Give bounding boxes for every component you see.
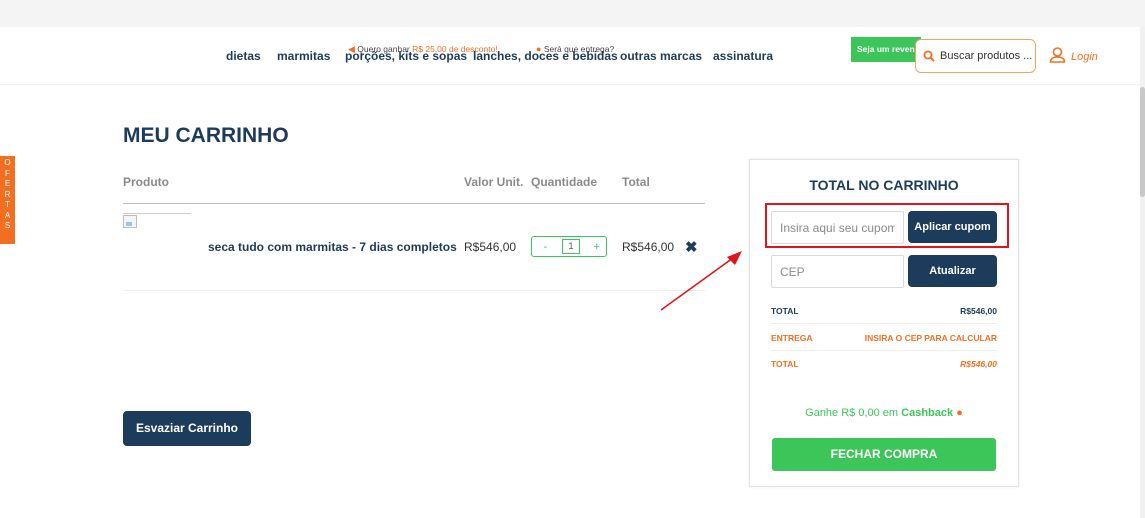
update-cep-button[interactable]: Atualizar: [908, 255, 997, 287]
user-icon: [1049, 47, 1066, 66]
top-strip: [0, 0, 1145, 27]
cashback-word: Cashback: [901, 407, 954, 419]
summary-title: TOTAL NO CARRINHO: [809, 177, 959, 193]
nav-item-dietas[interactable]: dietas: [226, 49, 261, 63]
discount-promo-link[interactable]: ◀ Quero ganhar R$ 25,00 de desconto!: [348, 44, 498, 55]
unit-price: R$546,00: [464, 240, 517, 254]
cashback-prefix: Ganhe R$ 0,00 em: [805, 407, 899, 419]
reseller-button[interactable]: Seja um revendedor: [851, 37, 921, 62]
column-header-unit-price: Valor Unit.: [464, 175, 524, 189]
shipping-value: INSIRA O CEP PARA CALCULAR: [864, 333, 997, 343]
nav-item-marmitas[interactable]: marmitas: [277, 49, 330, 63]
search-box[interactable]: [915, 39, 1036, 73]
annotation-highlight-box: [765, 203, 1009, 248]
nav-item-assinatura[interactable]: assinatura: [713, 49, 773, 63]
column-header-quantity: Quantidade: [531, 175, 598, 189]
qty-value[interactable]: 1: [561, 239, 581, 254]
offers-side-tab[interactable]: OFERTAS: [0, 156, 15, 244]
subtotal-value: R$546,00: [960, 306, 997, 316]
delivery-check-link[interactable]: ● Será que entrega?: [536, 44, 614, 54]
money-bag-icon: ●: [956, 407, 963, 419]
login-link[interactable]: Login: [1049, 47, 1098, 66]
total-value: R$546,00: [960, 359, 997, 369]
annotation-arrow: [660, 251, 742, 311]
column-header-product: Produto: [123, 175, 169, 189]
cep-input[interactable]: [772, 256, 903, 287]
location-pin-icon: ●: [536, 44, 542, 54]
cart-summary-panel: TOTAL NO CARRINHO Aplicar cupom Atualiza…: [749, 159, 1019, 487]
quantity-stepper[interactable]: - 1 +: [531, 236, 607, 257]
scrollbar-thumb[interactable]: [1140, 87, 1145, 197]
search-icon[interactable]: [923, 49, 935, 67]
subtotal-label: TOTAL: [771, 306, 799, 316]
column-header-total: Total: [622, 175, 650, 189]
broken-image-icon: [123, 215, 137, 228]
header-divider: [123, 203, 705, 204]
shipping-label: ENTREGA: [771, 333, 813, 343]
qty-decrease-button[interactable]: -: [536, 241, 555, 253]
login-label: Login: [1071, 50, 1098, 63]
page-scrollbar[interactable]: [1140, 27, 1145, 518]
search-input[interactable]: [940, 48, 1032, 64]
empty-cart-button[interactable]: Esvaziar Carrinho: [123, 411, 251, 446]
total-label: TOTAL: [771, 359, 799, 369]
checkout-button[interactable]: FECHAR COMPRA: [772, 438, 996, 471]
product-image[interactable]: [123, 213, 191, 267]
nav-item-outras-marcas[interactable]: outras marcas: [620, 49, 702, 63]
page-title: MEU CARRINHO: [123, 124, 289, 147]
product-name[interactable]: seca tudo com marmitas - 7 dias completo…: [208, 240, 457, 254]
qty-increase-button[interactable]: +: [587, 241, 606, 253]
offers-tab-label: OFERTAS: [4, 158, 11, 230]
cep-field[interactable]: [771, 255, 904, 288]
summary-divider: [771, 323, 997, 324]
summary-divider: [771, 350, 997, 351]
cashback-note: Ganhe R$ 0,00 em Cashback ●: [750, 407, 1018, 419]
megaphone-icon: ◀: [348, 44, 355, 54]
row-divider: [123, 290, 705, 291]
